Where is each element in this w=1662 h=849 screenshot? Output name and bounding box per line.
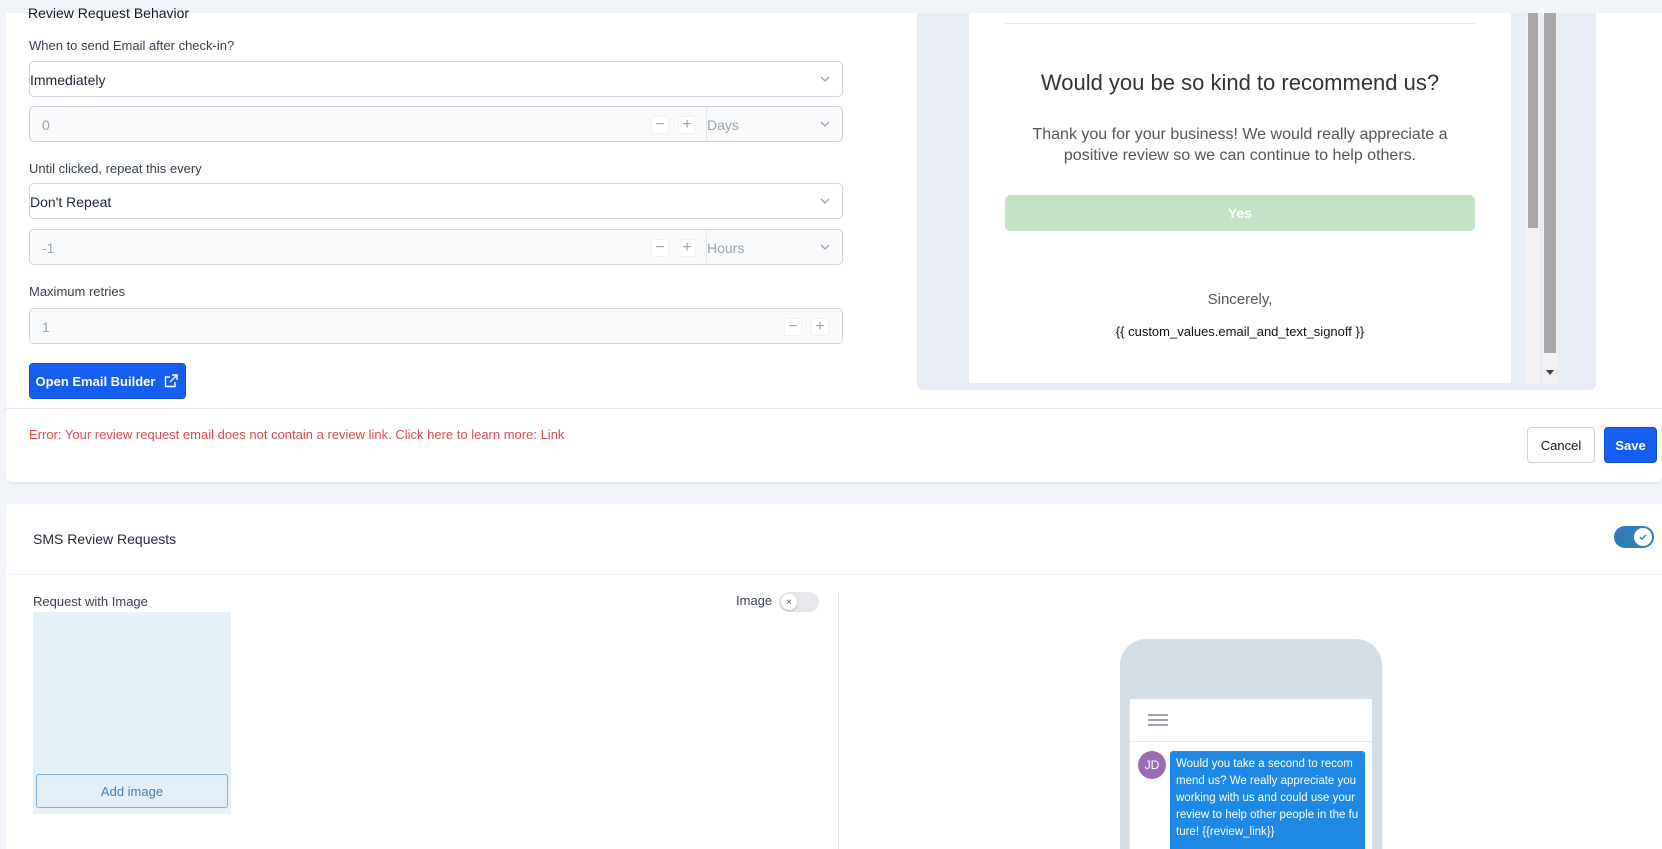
image-toggle[interactable]: × <box>779 592 819 612</box>
email-signoff: {{ custom_values.email_and_text_signoff … <box>1115 324 1365 339</box>
outer-scrollbar[interactable] <box>1543 13 1557 383</box>
scrollbar-thumb[interactable] <box>1528 13 1538 228</box>
decrement-button[interactable]: − <box>651 116 669 134</box>
save-button[interactable]: Save <box>1604 427 1657 463</box>
cancel-button[interactable]: Cancel <box>1527 427 1595 463</box>
close-icon: × <box>781 594 797 610</box>
repeat-select[interactable]: Don't Repeat <box>29 183 843 219</box>
repeat-interval-value: -1 <box>42 240 55 256</box>
max-retries-value: 1 <box>42 319 50 335</box>
decrement-button[interactable]: − <box>651 239 669 257</box>
sms-message-bubble: Would you take a second to recommend us?… <box>1170 751 1365 849</box>
delay-number-field[interactable]: 0 − + Days <box>29 106 843 142</box>
decrement-button[interactable]: − <box>784 318 802 336</box>
external-link-icon <box>165 374 179 388</box>
add-image-button[interactable]: Add image <box>36 774 228 808</box>
email-heading: Would you be so kind to recommend us? <box>1040 70 1440 95</box>
chevron-down-icon <box>820 121 830 127</box>
email-sincerely: Sincerely, <box>1207 291 1273 308</box>
toggle-knob <box>1634 528 1652 546</box>
email-preview: Would you be so kind to recommend us? Th… <box>969 13 1511 383</box>
scrollbar-thumb[interactable] <box>1544 13 1556 353</box>
delay-unit-value: Days <box>707 117 739 133</box>
inner-scrollbar[interactable] <box>1526 13 1540 383</box>
divider <box>6 408 1662 409</box>
increment-button[interactable]: + <box>811 318 829 336</box>
max-retries-label: Maximum retries <box>29 284 126 299</box>
scroll-down-arrow-icon[interactable] <box>1546 370 1554 375</box>
repeat-interval-field[interactable]: -1 − + Hours <box>29 229 843 265</box>
when-to-send-value: Immediately <box>30 72 106 88</box>
sms-review-card: SMS Review Requests Request with Image A… <box>6 504 1662 849</box>
chevron-down-icon <box>820 198 830 204</box>
sms-enabled-toggle[interactable] <box>1614 526 1654 548</box>
increment-button[interactable]: + <box>678 239 696 257</box>
email-preview-panel: Would you be so kind to recommend us? Th… <box>917 13 1596 390</box>
yes-button[interactable]: Yes <box>1005 195 1475 231</box>
sms-section-title: SMS Review Requests <box>33 531 177 547</box>
error-message[interactable]: Error: Your review request email does no… <box>29 427 564 442</box>
max-retries-field[interactable]: 1 − + <box>29 308 843 344</box>
repeat-value: Don't Repeat <box>30 194 112 210</box>
request-with-image-label: Request with Image <box>33 594 148 609</box>
increment-button[interactable]: + <box>678 116 696 134</box>
delay-unit-select[interactable]: Days <box>706 107 842 141</box>
delay-value: 0 <box>42 117 50 133</box>
repeat-unit-value: Hours <box>707 240 745 256</box>
repeat-label: Until clicked, repeat this every <box>29 161 202 176</box>
open-email-builder-button[interactable]: Open Email Builder <box>29 363 186 399</box>
avatar: JD <box>1138 751 1166 779</box>
phone-screen: JD Would you take a second to recommend … <box>1130 699 1372 849</box>
chevron-down-icon <box>820 244 830 250</box>
when-to-send-select[interactable]: Immediately <box>29 61 843 97</box>
when-to-send-label: When to send Email after check-in? <box>29 38 235 53</box>
email-body: Thank you for your business! We would re… <box>1032 126 1448 164</box>
divider <box>838 592 839 849</box>
divider <box>1005 23 1475 24</box>
hamburger-menu-icon <box>1148 714 1168 728</box>
open-email-builder-label: Open Email Builder <box>35 373 156 389</box>
repeat-unit-select[interactable]: Hours <box>706 230 842 264</box>
chevron-down-icon <box>820 76 830 82</box>
check-icon <box>1639 534 1647 541</box>
phone-preview: JD Would you take a second to recommend … <box>1120 639 1382 849</box>
email-review-card: Review Request Behavior When to send Ema… <box>6 5 1662 483</box>
image-toggle-label: Image <box>736 593 773 608</box>
divider <box>6 574 1662 575</box>
divider <box>1130 741 1372 742</box>
section-title: Review Request Behavior <box>28 5 190 21</box>
